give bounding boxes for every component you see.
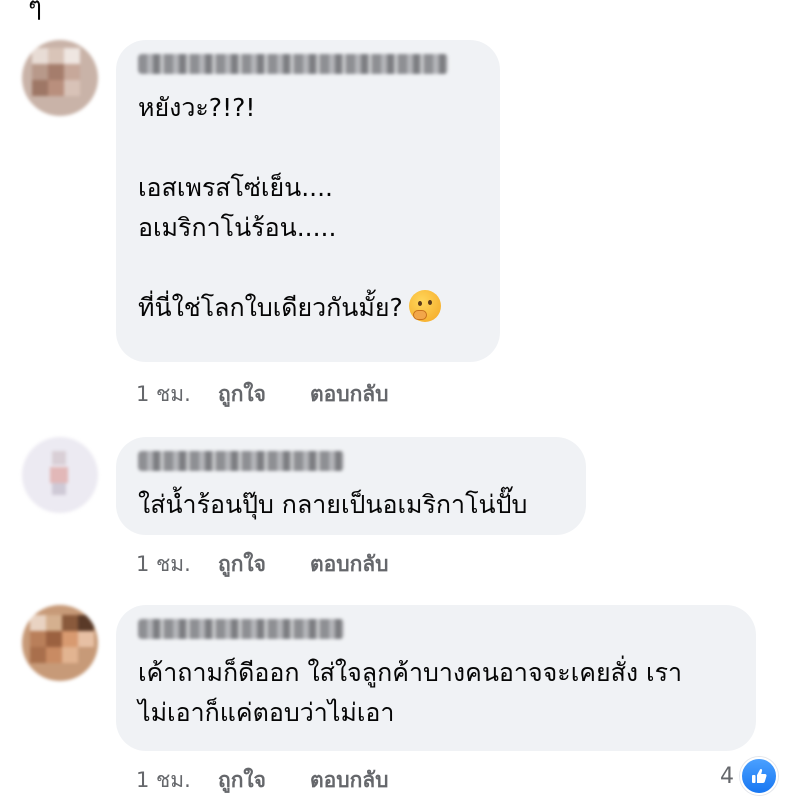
like-link[interactable]: ถูกใจ (218, 548, 310, 581)
commenter-name-blurred[interactable] (138, 619, 344, 639)
comment-timestamp[interactable]: 1 ชม. (136, 378, 218, 411)
commenter-name-blurred[interactable] (138, 54, 448, 74)
like-link[interactable]: ถูกใจ (218, 378, 310, 411)
comment-text-line: เอสเพรสโซ่เย็น.... (138, 173, 333, 202)
comment-bubble: เค้าถามก็ดีออก ใส่ใจลูกค้าบางคนอาจจะเคยส… (116, 605, 756, 751)
thumbs-up-icon (740, 757, 778, 795)
cropped-text-fragment: ๆ (28, 0, 42, 22)
reply-link[interactable]: ตอบกลับ (310, 548, 389, 581)
comment-actions: 1 ชม. ถูกใจ ตอบกลับ (136, 764, 389, 797)
avatar[interactable] (22, 40, 98, 116)
comment-text-line: หยังวะ?!?! (138, 93, 256, 122)
comment-text-line: ใส่น้ำร้อนปุ๊บ กลายเป็นอเมริกาโน่ปั๊บ (138, 490, 528, 519)
thinking-face-icon (408, 290, 441, 322)
comment-text-line: ที่นี่ใช่โลกใบเดียวกันมั้ย? (138, 288, 478, 328)
reply-link[interactable]: ตอบกลับ (310, 378, 389, 411)
commenter-name-blurred[interactable] (138, 451, 344, 471)
comment-actions: 1 ชม. ถูกใจ ตอบกลับ (136, 548, 389, 581)
comment-text-line: เค้าถามก็ดีออก ใส่ใจลูกค้าบางคนอาจจะเคยส… (138, 658, 683, 687)
like-link[interactable]: ถูกใจ (218, 764, 310, 797)
comment-text-line: อเมริกาโน่ร้อน..... (138, 213, 337, 242)
comment-bubble: ใส่น้ำร้อนปุ๊บ กลายเป็นอเมริกาโน่ปั๊บ (116, 437, 586, 535)
comment-bubble: หยังวะ?!?! เอสเพรสโซ่เย็น.... อเมริกาโน่… (116, 40, 500, 362)
comment-timestamp[interactable]: 1 ชม. (136, 548, 218, 581)
comment-timestamp[interactable]: 1 ชม. (136, 764, 218, 797)
reaction-count: 4 (720, 763, 734, 789)
comment-text-line: ไม่เอาก็แค่ตอบว่าไม่เอา (138, 698, 395, 727)
reaction-summary[interactable]: 4 (720, 757, 778, 795)
comment-actions: 1 ชม. ถูกใจ ตอบกลับ (136, 378, 389, 411)
avatar[interactable] (22, 605, 98, 681)
reply-link[interactable]: ตอบกลับ (310, 764, 389, 797)
avatar[interactable] (22, 437, 98, 513)
